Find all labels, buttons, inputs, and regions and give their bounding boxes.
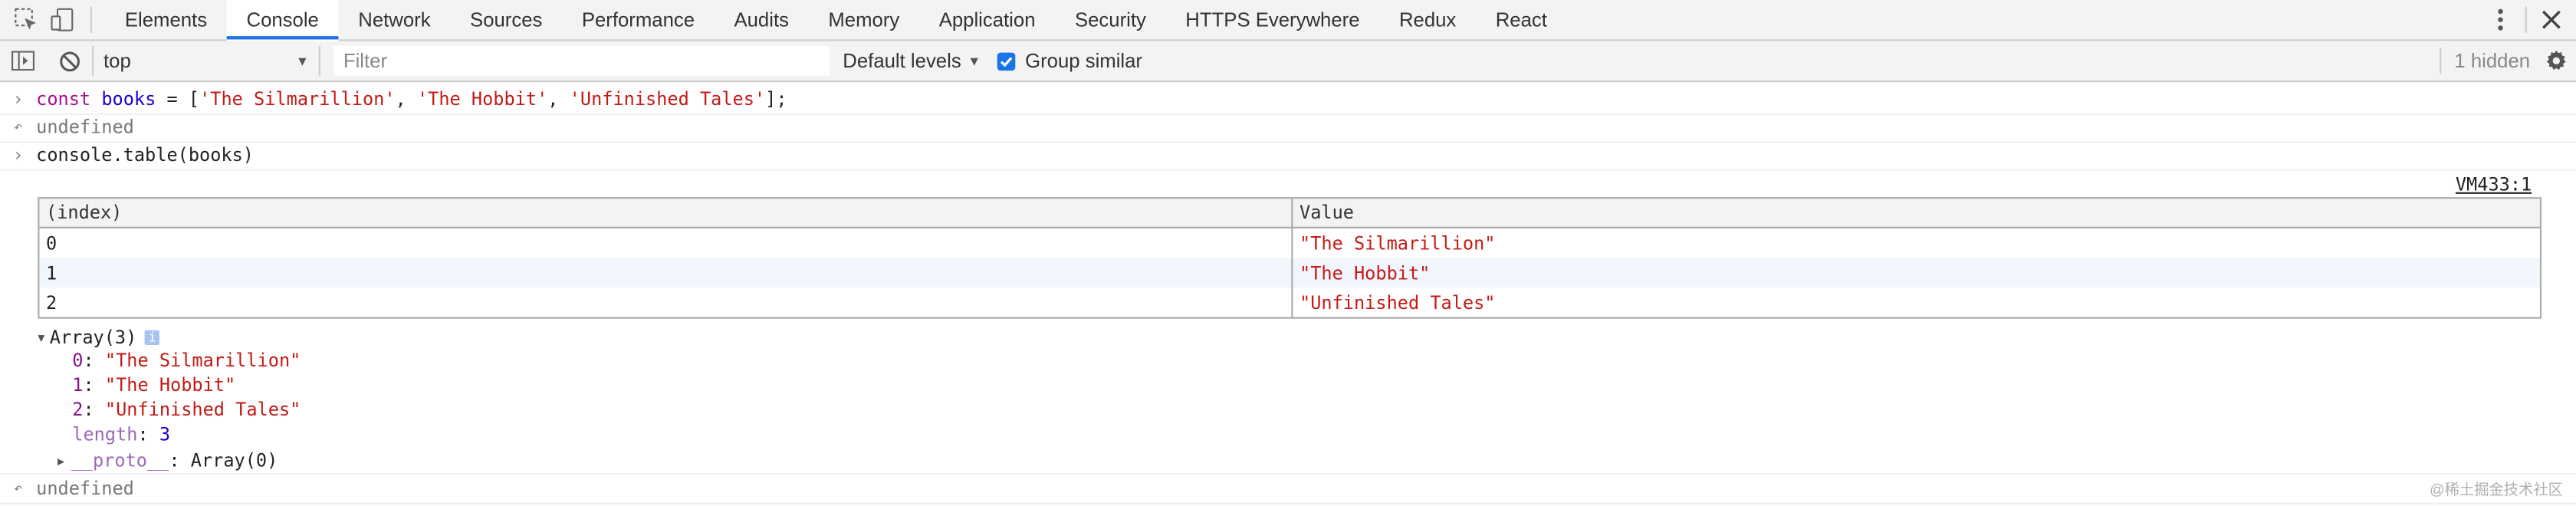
toolbar-divider <box>90 6 93 33</box>
array-proto[interactable]: ▶ __proto__: Array(0) <box>38 449 301 473</box>
tab-sources[interactable]: Sources <box>450 0 562 39</box>
tab-audits[interactable]: Audits <box>715 0 809 39</box>
sidebar-toggle-icon[interactable] <box>10 48 36 74</box>
dropdown-arrow-icon: ▼ <box>295 53 309 68</box>
result-value: undefined <box>36 117 134 139</box>
array-item: 2: "Unfinished Tales" <box>38 399 301 424</box>
console-table: (index) Value 0 "The Silmarillion" 1 "Th… <box>38 197 2542 319</box>
code-keyword: const <box>36 88 91 110</box>
more-options-icon[interactable] <box>2486 5 2515 34</box>
table-header-value[interactable]: Value <box>1291 197 2542 228</box>
array-tree-header[interactable]: ▼ Array(3) i <box>38 325 301 350</box>
device-toolbar-icon[interactable] <box>48 5 77 34</box>
devtools-tabbar: Elements Console Network Sources Perform… <box>0 0 2576 41</box>
group-similar-label: Group similar <box>1025 49 1143 73</box>
length-key: length <box>72 423 138 445</box>
code-string: 'The Hobbit' <box>416 88 548 110</box>
settings-gear-icon[interactable] <box>2543 48 2569 74</box>
code-terminator: ]; <box>765 88 787 110</box>
context-selector[interactable]: top ▼ <box>92 46 320 76</box>
array-value: "Unfinished Tales" <box>104 399 301 421</box>
expanded-triangle-icon[interactable]: ▼ <box>38 331 44 344</box>
array-value: "The Silmarillion" <box>104 350 301 372</box>
table-row: 2 "Unfinished Tales" <box>38 288 2542 318</box>
code-comma: , <box>395 88 417 110</box>
colon-separator: : <box>83 374 105 396</box>
code-string: 'The Silmarillion' <box>199 88 396 110</box>
filter-placeholder: Filter <box>343 49 388 73</box>
code-variable: books <box>101 88 156 110</box>
array-item: 1: "The Hobbit" <box>38 375 301 399</box>
source-link[interactable]: VM433:1 <box>2456 174 2532 196</box>
result-arrow-icon: ↶ <box>13 119 23 136</box>
table-cell-index: 2 <box>38 288 1293 318</box>
table-cell-index: 1 <box>38 258 1293 288</box>
array-key: 2 <box>72 399 84 421</box>
panel-tabs: Elements Console Network Sources Perform… <box>105 0 1567 41</box>
table-cell-value: "The Silmarillion" <box>1291 227 2542 258</box>
console-toolbar: top ▼ Filter Default levels ▼ Group simi… <box>0 41 2576 83</box>
input-prompt-icon: › <box>12 144 24 166</box>
array-item: 0: "The Silmarillion" <box>38 350 301 374</box>
array-key: 0 <box>72 350 84 372</box>
table-header-index[interactable]: (index) <box>38 197 1293 228</box>
array-tree: ▼ Array(3) i 0: "The Silmarillion" 1: "T… <box>38 325 301 473</box>
hidden-count: 1 hidden <box>2454 49 2531 73</box>
result-value: undefined <box>36 478 134 500</box>
tab-performance[interactable]: Performance <box>562 0 715 39</box>
console-input-line: › console.table(books) <box>0 141 2576 171</box>
tab-https-everywhere[interactable]: HTTPS Everywhere <box>1166 0 1380 39</box>
input-prompt-icon: › <box>12 88 24 110</box>
toolbar-divider <box>2525 6 2527 33</box>
tab-console[interactable]: Console <box>226 0 339 41</box>
console-result-line: ↶ undefined <box>0 113 2576 143</box>
watermark: @稀土掘金技术社区 <box>2430 481 2563 498</box>
inspect-element-icon[interactable] <box>12 5 41 34</box>
group-similar-toggle[interactable]: Group similar <box>997 49 1142 72</box>
tab-redux[interactable]: Redux <box>1379 0 1476 39</box>
close-devtools-icon[interactable] <box>2537 5 2567 34</box>
colon-separator: : <box>169 450 191 472</box>
code-expression: console.table(books) <box>36 144 254 166</box>
colon-separator: : <box>137 423 159 445</box>
collapsed-triangle-icon[interactable]: ▶ <box>58 455 64 468</box>
array-value: "The Hobbit" <box>104 374 236 396</box>
tab-application[interactable]: Application <box>919 0 1055 39</box>
log-levels-dropdown[interactable]: Default levels ▼ <box>843 49 981 72</box>
proto-value: Array(0) <box>190 450 278 472</box>
length-value: 3 <box>159 423 171 445</box>
array-label: Array(3) <box>49 327 137 349</box>
checkbox-checked-icon[interactable] <box>997 51 1016 71</box>
table-cell-value: "The Hobbit" <box>1291 258 2542 288</box>
tab-network[interactable]: Network <box>339 0 451 39</box>
context-value: top <box>104 49 131 73</box>
array-length: length: 3 <box>38 424 301 449</box>
table-cell-value: "Unfinished Tales" <box>1291 288 2542 318</box>
tab-memory[interactable]: Memory <box>809 0 919 39</box>
clear-console-icon[interactable] <box>56 48 82 74</box>
code-operator: = [ <box>156 88 200 110</box>
table-cell-index: 0 <box>38 227 1293 258</box>
array-key: 1 <box>72 374 84 396</box>
table-row: 0 "The Silmarillion" <box>38 227 2542 258</box>
code-string: 'Unfinished Tales' <box>569 88 766 110</box>
tab-security[interactable]: Security <box>1055 0 1165 39</box>
colon-separator: : <box>83 350 105 372</box>
log-levels-label: Default levels <box>843 49 961 73</box>
table-row: 1 "The Hobbit" <box>38 258 2542 288</box>
colon-separator: : <box>83 399 105 421</box>
code-comma: , <box>547 88 570 110</box>
filter-input[interactable]: Filter <box>334 46 830 76</box>
tab-react[interactable]: React <box>1476 0 1567 39</box>
info-badge-icon[interactable]: i <box>145 330 160 346</box>
dropdown-arrow-icon: ▼ <box>968 53 981 68</box>
console-result-line: ↶ undefined <box>0 473 2576 504</box>
proto-key: __proto__ <box>71 450 169 472</box>
tab-elements[interactable]: Elements <box>105 0 227 39</box>
console-input-line: › const books = ['The Silmarillion', 'Th… <box>0 85 2576 116</box>
result-arrow-icon: ↶ <box>13 480 23 498</box>
toolbar-divider <box>2440 48 2442 74</box>
